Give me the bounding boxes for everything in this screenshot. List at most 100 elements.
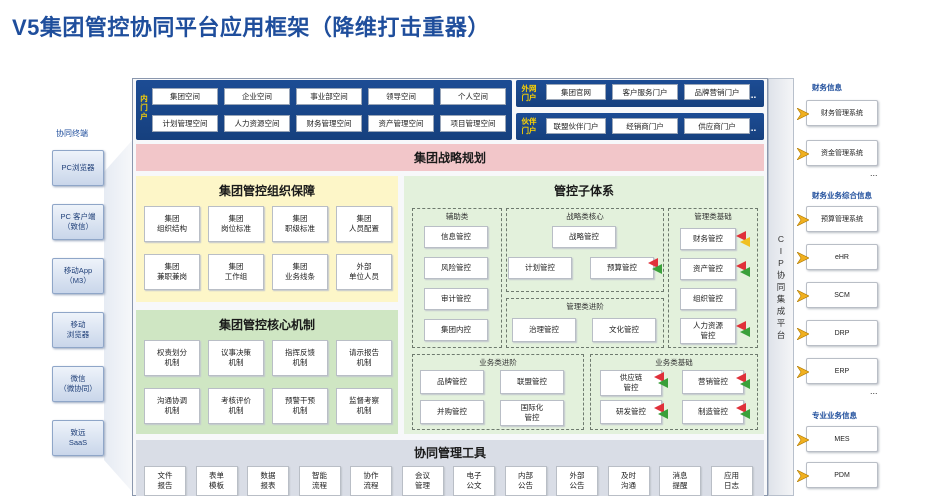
collab-tool: 协作 流程: [350, 466, 392, 496]
biz-base-group-item: 营销管控: [682, 370, 744, 394]
collab-tool: 消息 提醒: [659, 466, 701, 496]
org-item: 集团 工作组: [208, 254, 264, 290]
cip-char: 集: [776, 294, 786, 304]
arrow-in-svg: [796, 327, 810, 341]
biz-base-group-item: 供应链 管控: [600, 370, 662, 396]
org-item: 集团 组织结构: [144, 206, 200, 242]
aux-group-item: 审计管控: [424, 288, 488, 310]
collab-tool: 表单 模板: [195, 466, 238, 496]
arrow-in-icon: [796, 251, 810, 265]
biz-adv-group-item: 并购管控: [420, 400, 484, 424]
external-system: ERP: [806, 358, 878, 384]
status-flag-icon: [740, 267, 754, 277]
core-item: 请示报告 机制: [336, 340, 392, 376]
strategic-group-title: 战略类核心: [566, 212, 604, 221]
cip-char: 台: [776, 330, 786, 340]
arrow-in-svg: [796, 147, 810, 161]
more-indicator: ...: [870, 386, 878, 396]
core-item: 议事决策 机制: [208, 340, 264, 376]
arrow-in-icon: [796, 107, 810, 121]
biz-base-group-item: 制造管控: [682, 400, 744, 424]
more-indicator: ...: [870, 168, 878, 178]
status-flag-icon-triangle: [740, 237, 750, 247]
biz-adv-group-title: 业务类进阶: [479, 358, 517, 367]
status-flag-icon-triangle: [658, 409, 668, 419]
status-flag-icon-triangle: [652, 264, 662, 274]
inner-portal-item: 财务管理空间: [296, 115, 362, 132]
biz-base-group-item: 研发管控: [600, 400, 662, 424]
status-flag-icon: [740, 409, 754, 419]
mgmt-adv-group-title: 管理类进阶: [566, 302, 604, 311]
terminal-client: 微信 （微协同）: [52, 366, 104, 402]
arrow-in-icon: [796, 433, 810, 447]
arrow-in-icon: [796, 147, 810, 161]
arrow-in-icon: [796, 213, 810, 227]
terminal-client: 移动App （M3）: [52, 258, 104, 294]
status-flag-icon-triangle: [740, 379, 750, 389]
cip-char: 同: [776, 282, 786, 292]
terminal-client: PC浏览器: [52, 150, 104, 186]
org-item: 集团 人员配置: [336, 206, 392, 242]
inner-portal-item: 计划管理空间: [152, 115, 218, 132]
inner-portal-item: 领导空间: [368, 88, 434, 105]
arrow-in-icon: [796, 327, 810, 341]
arrow-in-svg: [796, 433, 810, 447]
cip-char: C: [777, 234, 785, 244]
arrow-in-icon: [796, 289, 810, 303]
core-item: 预警干预 机制: [272, 388, 328, 424]
subsystem-title: 管控子体系: [553, 184, 614, 198]
cip-char: I: [779, 246, 783, 256]
arrow-in-icon: [796, 469, 810, 483]
collab-tool: 内部 公告: [504, 466, 547, 496]
inner-portal-label: 内门户: [140, 94, 148, 121]
partner-portal-item: 供应商门户: [684, 118, 750, 134]
collab-title: 协同管理工具: [413, 446, 486, 460]
org-title: 集团管控组织保障: [218, 184, 315, 198]
status-flag-icon-triangle: [740, 267, 750, 277]
status-flag-icon: [652, 264, 666, 274]
inner-portal-item: 个人空间: [440, 88, 506, 105]
arrow-in-svg: [796, 365, 810, 379]
core-item: 沟通协调 机制: [144, 388, 200, 424]
cip-char: P: [778, 258, 784, 268]
biz-adv-group-item: 国际化 管控: [500, 400, 564, 426]
status-flag-icon: [740, 379, 754, 389]
core-item: 权责划分 机制: [144, 340, 200, 376]
arrow-in-icon: [796, 365, 810, 379]
arrow-in-svg: [796, 213, 810, 227]
mgmt-adv-group-item: 文化管控: [592, 318, 656, 342]
aux-group-item: 风险管控: [424, 257, 488, 279]
core-item: 监督考察 机制: [336, 388, 392, 424]
external-system: 财务管理系统: [806, 100, 878, 126]
external-system: DRP: [806, 320, 878, 346]
mgmt-base-group-item: 组织管控: [680, 288, 736, 310]
status-flag-icon: [658, 378, 672, 388]
org-item: 集团 业务线条: [272, 254, 328, 290]
external-system: 资金管理系统: [806, 140, 878, 166]
external-system: 预算管理系统: [806, 206, 878, 232]
inner-portal-item: 事业部空间: [296, 88, 362, 105]
cip-char: 成: [776, 306, 786, 316]
org-item: 集团 职级标准: [272, 206, 328, 242]
inner-portal-item: 人力资源空间: [224, 115, 290, 132]
arrow-in-svg: [796, 251, 810, 265]
inner-portal-item: 企业空间: [224, 88, 290, 105]
biz-base-group-title: 业务类基础: [655, 358, 693, 367]
outer-portal-item: 客户服务门户: [612, 84, 678, 100]
terminal-client: 致远 SaaS: [52, 420, 104, 456]
terminal-client: 移动 浏览器: [52, 312, 104, 348]
external-system: SCM: [806, 282, 878, 308]
status-flag-icon: [740, 327, 754, 337]
collab-tool: 外部 公告: [556, 466, 598, 496]
collab-tool: 智能 流程: [298, 466, 341, 496]
strategic-group-item: 计划管控: [508, 257, 572, 279]
mgmt-base-group-item: 财务管控: [680, 228, 736, 250]
outer-portal-item: 品牌营销门户: [684, 84, 750, 100]
status-flag-icon-triangle: [740, 409, 750, 419]
cip-char: 协: [776, 270, 786, 280]
collab-tool: 数据 报表: [247, 466, 289, 496]
terminal-client: PC 客户端 （致信）: [52, 204, 104, 240]
strategic-group: 战略类核心: [506, 208, 664, 292]
right-section-label: 财务信息: [812, 83, 842, 92]
partner-portal-item: 联盟伙伴门户: [546, 118, 606, 134]
